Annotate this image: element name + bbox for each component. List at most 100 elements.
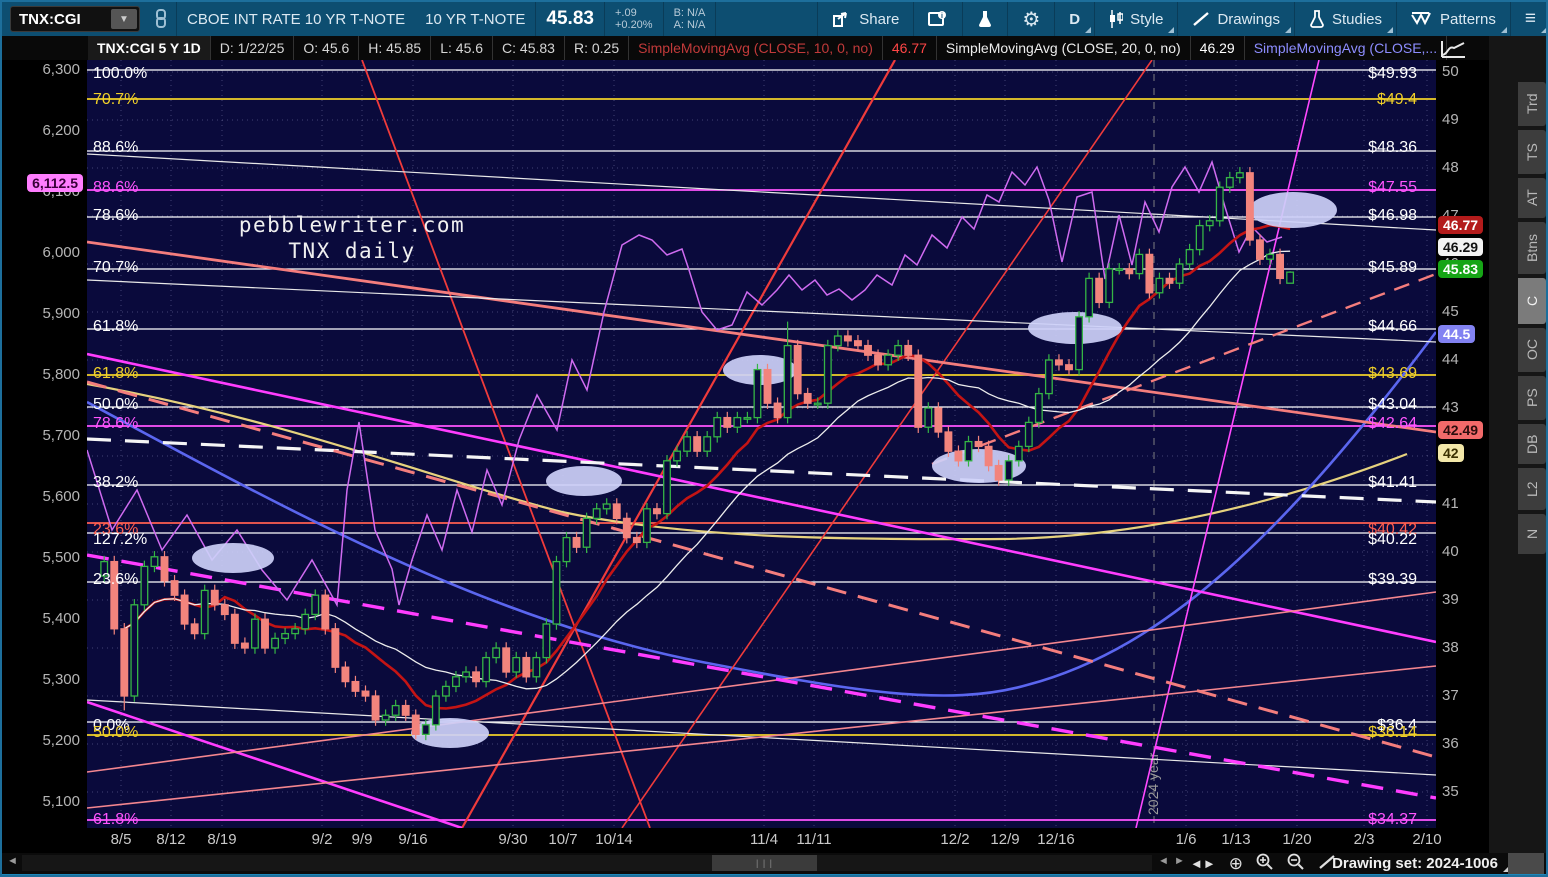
candle-body [874,354,882,366]
right-axis-bubble: 46.77 [1438,216,1484,234]
fib-pct-label: 78.6% [93,415,138,432]
candle-body [743,416,752,420]
scroll-left-icon[interactable]: ◄ [7,855,18,867]
patterns-button[interactable]: Patterns [1397,2,1511,36]
price-change: +.09 +0.20% [605,2,664,36]
candle-body [693,436,702,452]
fib-price-label: $46.98 [1368,207,1417,224]
candle-body [592,508,601,520]
chart-menu-button[interactable]: ≡ [1511,2,1546,36]
share-icon [833,12,848,27]
fib-price-label: $48.36 [1368,139,1417,156]
candle-body [1155,277,1164,294]
settings-button[interactable]: ⚙ [1008,2,1056,36]
corner-resize-handle[interactable] [1508,853,1544,874]
date-label: 12/2 [940,831,970,848]
date-label: 10/7 [548,831,578,848]
trendline [86,380,1437,759]
right-axis-tick: 38 [1442,639,1459,656]
date-label: 12/16 [1037,831,1075,848]
fib-pct-label: 127.2% [93,531,147,548]
date-label: 9/2 [311,831,333,848]
candle-body [532,656,541,678]
right-price-axis[interactable]: 5049484746454443424140393837363546.7746.… [1436,60,1489,854]
candle-body [974,440,983,448]
candle-body [653,508,661,515]
symbol-text: TNX:CGI [19,10,81,28]
gutter-tab-n[interactable]: N [1518,514,1546,554]
trendline [621,59,1153,829]
left-price-axis[interactable]: 6,3006,2006,1006,0005,9005,8005,7005,600… [2,60,87,854]
reports-button[interactable]: i [914,2,964,36]
gutter-tab-at[interactable]: AT [1518,178,1546,218]
zoom-in-icon[interactable] [1256,853,1274,874]
candle-body [1256,239,1264,260]
candle-body [763,368,772,404]
studies-button[interactable]: Studies [1295,2,1398,36]
gutter-tab-oc[interactable]: OC [1518,328,1546,372]
gutter-tab-ps[interactable]: PS [1518,376,1546,420]
bottom-toolbar: ◄ | | | ◄ ► ◄► ⊕ Drawing set: 2024-1006 [2,853,1546,874]
candle-body [864,344,872,356]
ohlc-range: R: 0.25 [565,36,630,60]
study-label-1[interactable]: SimpleMovingAvg (CLOSE, 20, 0, no) [937,36,1191,60]
gutter-tab-c[interactable]: C [1518,278,1546,324]
candle-body [1014,445,1023,462]
candle-body [1055,359,1063,366]
candle-body [1024,421,1033,448]
trendline [1135,59,1320,829]
right-axis-tick: 50 [1442,63,1459,80]
candle-body [843,335,852,342]
crosshair-move-icon[interactable]: ⊕ [1229,854,1243,874]
link-icon[interactable] [146,2,177,36]
left-axis-tick: 5,600 [42,488,80,505]
left-axis-tick: 6,200 [42,122,80,139]
right-axis-tick: 36 [1442,735,1459,752]
zoom-out-icon[interactable] [1287,853,1305,874]
candle-body [150,556,159,568]
date-label: 11/4 [749,831,779,848]
drawing-set-status[interactable]: Drawing set: 2024-1006 [1332,855,1498,872]
time-axis[interactable]: 8/5 8/12 8/19 9/2 9/9 9/16 9/30 10/7 10/14 11/4 11… [87,828,1442,853]
candle-body [542,623,551,659]
fit-width-icon[interactable]: ◄► [1190,856,1216,871]
analyze-button[interactable] [963,2,1009,36]
candle-body [371,695,380,721]
study-label-0[interactable]: SimpleMovingAvg (CLOSE, 10, 0, no) [629,36,883,60]
fib-price-label: $40.22 [1368,531,1417,548]
candle-body [1044,359,1053,395]
gutter-tab-btns[interactable]: Btns [1518,222,1546,274]
candle-body [1145,253,1154,294]
gutter-tab-trd[interactable]: Trd [1518,82,1546,126]
pan-left-icon[interactable]: ◄ [1158,855,1169,867]
style-button[interactable]: Style [1095,2,1179,36]
date-label: 8/12 [156,831,186,848]
gutter-tab-db[interactable]: DB [1518,424,1546,464]
drawings-button[interactable]: Drawings [1178,2,1295,36]
symbol-input[interactable]: TNX:CGI ▼ [10,6,140,32]
horizontal-scrollbar[interactable]: | | | [22,855,1152,871]
gutter-tab-l2[interactable]: L2 [1518,468,1546,510]
chart-plot-area[interactable]: 2024 year 100.0% $49.93 70.7% $49.4 88.6% $48.… [86,59,1438,830]
candle-body [391,704,400,716]
date-label: 1/13 [1221,831,1251,848]
pencil-icon [1193,12,1210,26]
symbol-dropdown-icon[interactable]: ▼ [111,9,137,29]
study-value-1: 46.29 [1191,36,1245,60]
study-label-2[interactable]: SimpleMovingAvg (CLOSE,... [1245,36,1448,60]
candle-body [472,671,480,683]
chart-canvas[interactable]: 2024 year 100.0% $49.93 70.7% $49.4 88.6% $48.… [86,59,1438,830]
gutter-tab-ts[interactable]: TS [1518,130,1546,174]
candle-body [271,637,279,649]
share-button[interactable]: Share [818,2,915,36]
candle-body [351,680,360,692]
candle-body [1075,316,1083,371]
scrollbar-handle[interactable]: | | | [712,855,817,871]
candle-body [552,560,561,625]
candle-body [663,460,671,515]
right-axis-bubble: 42.49 [1438,421,1484,439]
timeframe-button[interactable]: D [1055,2,1096,36]
pan-right-icon[interactable]: ► [1174,855,1185,867]
fib-price-label: $49.4 [1377,91,1417,108]
candle-body [261,618,269,649]
